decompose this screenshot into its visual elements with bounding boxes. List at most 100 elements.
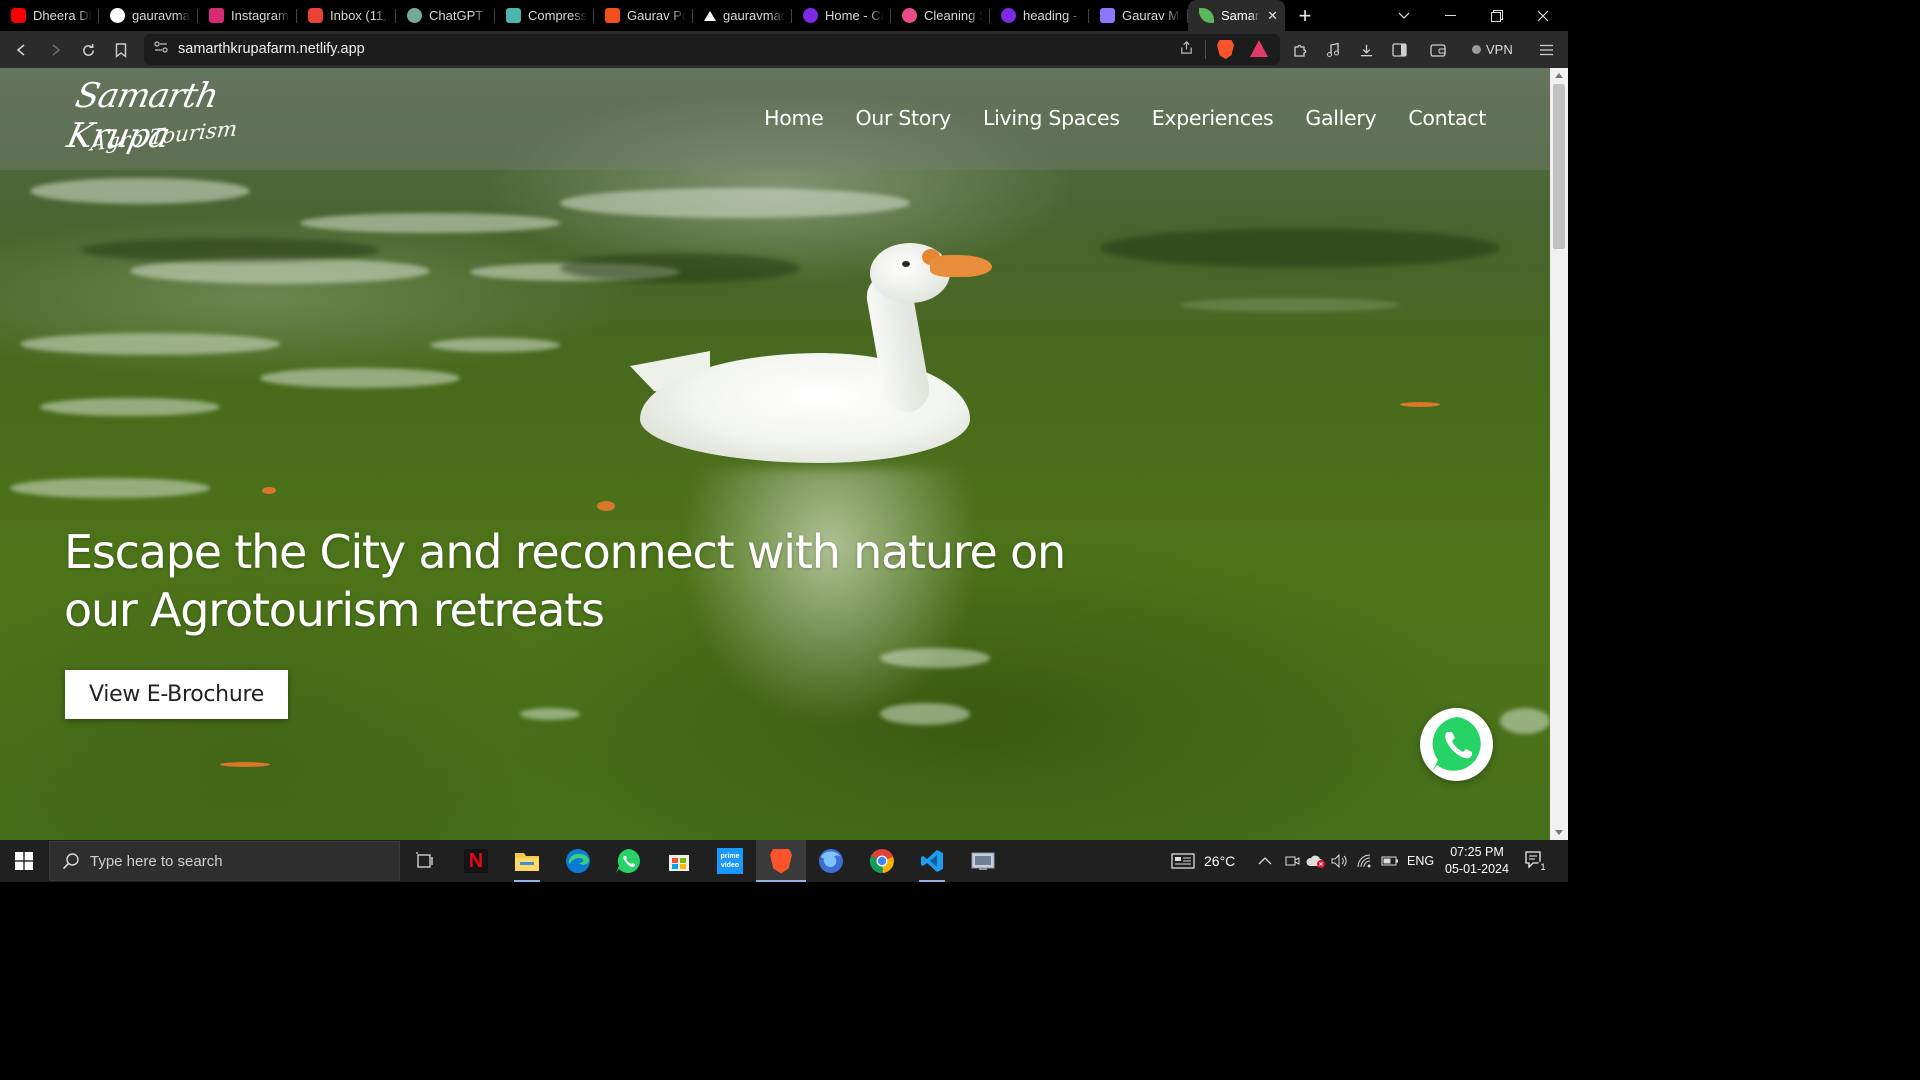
page-scrollbar[interactable]	[1550, 68, 1568, 840]
browser-tab[interactable]: Compress I	[495, 0, 594, 31]
taskbar-file-explorer[interactable]	[502, 840, 552, 882]
back-icon[interactable]	[11, 39, 33, 61]
minimize-button[interactable]	[1427, 0, 1473, 31]
menu-icon[interactable]	[1535, 39, 1557, 61]
nav-living-spaces[interactable]: Living Spaces	[983, 106, 1120, 130]
browser-tab[interactable]: gauravmadan	[693, 0, 792, 31]
taskbar-whatsapp[interactable]	[603, 840, 653, 882]
taskbar-virtualbox[interactable]	[958, 840, 1008, 882]
tab-label: Home - Ca	[825, 8, 884, 23]
sidebar-icon[interactable]	[1388, 39, 1410, 61]
brave-icon	[770, 848, 792, 874]
search-icon	[62, 852, 80, 875]
chrome-icon	[869, 849, 894, 874]
virtualbox-icon	[971, 852, 995, 870]
scroll-thumb[interactable]	[1553, 84, 1565, 249]
nav-our-story[interactable]: Our Story	[855, 106, 951, 130]
taskbar-firefox[interactable]	[806, 840, 856, 882]
brave-shields-icon[interactable]	[1217, 40, 1234, 59]
brave-rewards-icon[interactable]	[1250, 40, 1268, 57]
tab-label: gauravmadan	[132, 8, 191, 23]
taskbar-ms-store[interactable]	[654, 840, 704, 882]
tab-label: Dheera Dheera	[33, 8, 92, 23]
whatsapp-chat-button[interactable]	[1420, 708, 1493, 781]
tab-label: Inbox (11,1	[330, 8, 389, 23]
taskbar-chrome[interactable]	[857, 840, 907, 882]
browser-tab[interactable]: Gaurav Port	[594, 0, 693, 31]
scroll-up-arrow-icon[interactable]	[1555, 73, 1563, 78]
address-bar[interactable]: samarthkrupafarm.netlify.app	[144, 34, 1280, 65]
start-button[interactable]	[0, 840, 48, 882]
extensions-icon[interactable]	[1289, 39, 1311, 61]
canva-icon	[1001, 8, 1016, 23]
onedrive-icon[interactable]	[1306, 840, 1326, 882]
battery-icon[interactable]	[1381, 840, 1399, 882]
language-indicator[interactable]: ENG	[1407, 840, 1434, 882]
weather-widget[interactable]: 26°C	[1171, 840, 1235, 882]
taskbar-edge[interactable]	[553, 840, 603, 882]
taskbar-brave[interactable]	[756, 840, 806, 882]
whatsapp-icon	[616, 849, 640, 873]
browser-tab[interactable]: Cleaning Se	[891, 0, 990, 31]
tab-search-icon[interactable]	[1381, 0, 1427, 31]
wallet-icon[interactable]	[1427, 39, 1449, 61]
taskbar-netflix[interactable]: N	[451, 840, 501, 882]
browser-tab[interactable]: ChatGPT	[396, 0, 495, 31]
download-icon[interactable]	[1355, 39, 1377, 61]
vpn-button[interactable]: VPN	[1472, 38, 1513, 60]
meet-now-icon[interactable]	[1285, 840, 1300, 882]
bookmark-icon[interactable]	[110, 39, 132, 61]
vpn-status-icon	[1472, 44, 1481, 54]
browser-tab[interactable]: Inbox (11,1	[297, 0, 396, 31]
store-icon	[669, 855, 689, 871]
browser-tab[interactable]: Gaurav Ma	[1089, 0, 1188, 31]
nav-gallery[interactable]: Gallery	[1305, 106, 1376, 130]
search-placeholder: Type here to search	[90, 853, 223, 870]
site-logo[interactable]: Samarth Krupa Agro Tourism	[63, 74, 268, 164]
folder-icon	[515, 853, 539, 871]
network-icon[interactable]	[1357, 840, 1375, 882]
browser-tab[interactable]: Home - Ca	[792, 0, 891, 31]
restore-button[interactable]	[1474, 0, 1520, 31]
url-text[interactable]: samarthkrupafarm.netlify.app	[178, 41, 365, 57]
browser-tab[interactable]: heading - 1	[990, 0, 1089, 31]
reload-icon[interactable]	[77, 39, 99, 61]
task-view-icon	[416, 852, 433, 868]
vpn-label: VPN	[1486, 41, 1513, 57]
close-window-button[interactable]	[1520, 0, 1566, 31]
new-tab-button[interactable]: +	[1285, 0, 1325, 31]
task-view-button[interactable]	[400, 840, 450, 882]
taskbar-clock[interactable]: 07:25 PM 05-01-2024	[1438, 844, 1516, 878]
hero-title: Escape the City and reconnect with natur…	[64, 525, 1066, 637]
view-brochure-button[interactable]: View E-Brochure	[65, 670, 288, 719]
site-info-icon[interactable]	[154, 41, 168, 56]
volume-icon[interactable]	[1331, 840, 1349, 882]
share-icon[interactable]	[1179, 40, 1194, 59]
nav-home[interactable]: Home	[764, 106, 824, 130]
clock-date: 05-01-2024	[1445, 862, 1509, 876]
forward-icon[interactable]	[44, 39, 66, 61]
nav-experiences[interactable]: Experiences	[1152, 106, 1274, 130]
tab-label: Compress I	[528, 8, 587, 23]
nav-contact[interactable]: Contact	[1408, 106, 1486, 130]
taskbar-search[interactable]: Type here to search	[49, 841, 400, 881]
browser-tab[interactable]: gauravmadan	[99, 0, 198, 31]
leaf-icon	[1199, 8, 1214, 23]
tab-close-icon[interactable]: ✕	[1267, 8, 1278, 24]
prime-video-icon: prime video	[717, 848, 743, 874]
netflix-icon: N	[464, 849, 488, 873]
dribbble-icon	[902, 8, 917, 23]
notification-center-button[interactable]: 1	[1524, 850, 1549, 873]
clock-time: 07:25 PM	[1450, 845, 1504, 859]
taskbar-prime-video[interactable]: prime video	[705, 840, 755, 882]
show-hidden-icons-button[interactable]	[1258, 840, 1272, 882]
taskbar-vscode[interactable]	[907, 840, 957, 882]
tab-label: heading - 1	[1023, 8, 1082, 23]
browser-tab[interactable]: Samar ✕	[1188, 0, 1285, 31]
browser-tab[interactable]: Dheera Dheera	[0, 0, 99, 31]
chatgpt-icon	[407, 8, 422, 23]
scroll-down-arrow-icon[interactable]	[1555, 830, 1563, 835]
tab-label: Cleaning Se	[924, 8, 983, 23]
media-icon[interactable]	[1322, 39, 1344, 61]
browser-tab[interactable]: Instagram	[198, 0, 297, 31]
